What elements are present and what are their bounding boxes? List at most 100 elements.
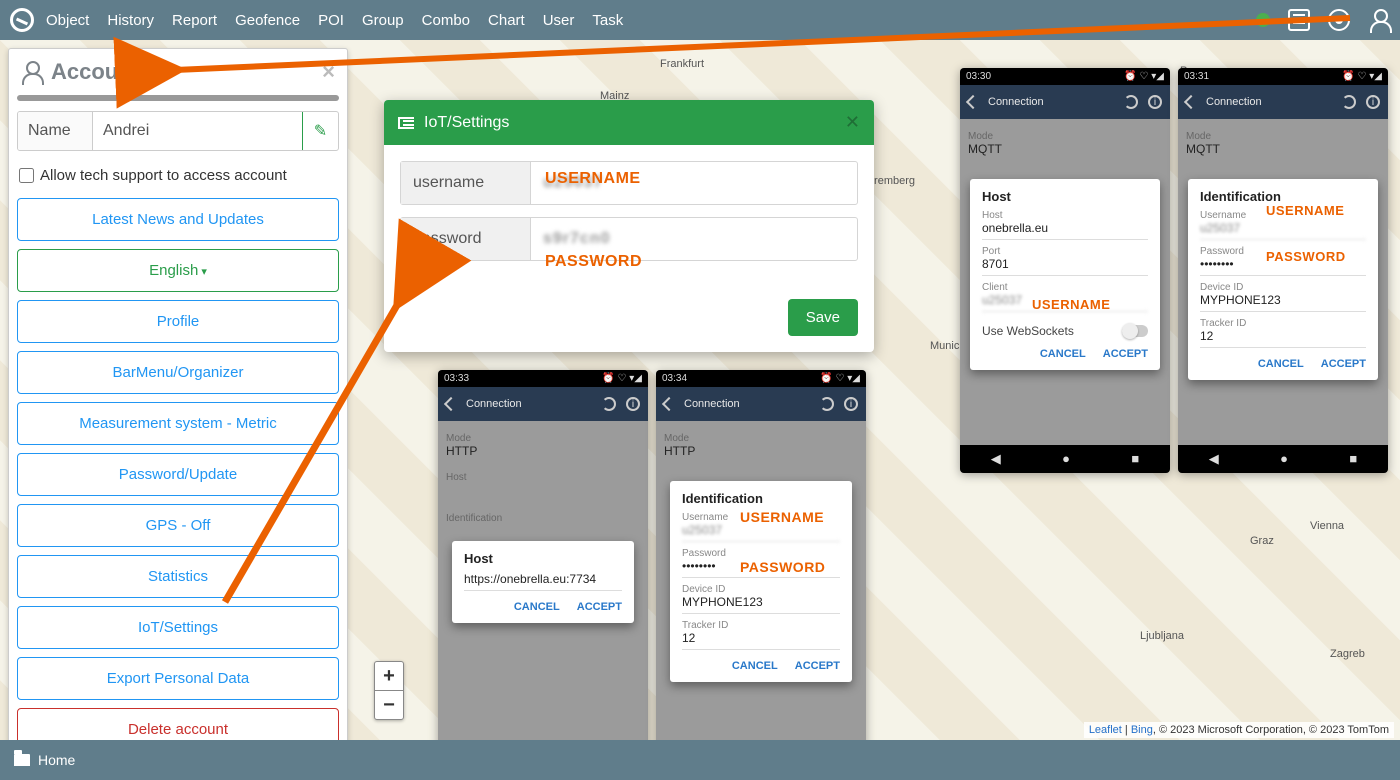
attribution-bing-link[interactable]: Bing bbox=[1131, 724, 1153, 736]
iot-username-value[interactable]: u25037 bbox=[531, 162, 857, 204]
profile-button[interactable]: Profile bbox=[17, 300, 339, 343]
dlg-port-input[interactable]: 8701 bbox=[982, 257, 1148, 276]
nav-geofence[interactable]: Geofence bbox=[235, 12, 300, 29]
dlg-password-input[interactable]: •••••••• bbox=[1200, 257, 1366, 276]
refresh-icon[interactable] bbox=[820, 397, 834, 411]
export-data-button[interactable]: Export Personal Data bbox=[17, 657, 339, 700]
phone-mock-mqtt-ident: 03:31⏰ ♡ ▾◢ Connection i Mode MQTT Ident… bbox=[1178, 68, 1388, 473]
use-websockets-toggle[interactable] bbox=[1122, 325, 1148, 337]
nav-report[interactable]: Report bbox=[172, 12, 217, 29]
cancel-button[interactable]: CANCEL bbox=[1040, 348, 1086, 360]
dlg-trackerid-input[interactable]: 12 bbox=[1200, 329, 1366, 348]
accept-button[interactable]: ACCEPT bbox=[795, 660, 840, 672]
zoom-in-button[interactable]: + bbox=[375, 662, 403, 691]
mode-label: Mode bbox=[1186, 131, 1380, 142]
dlg-deviceid-label: Device ID bbox=[1200, 282, 1366, 293]
nav-user[interactable]: User bbox=[543, 12, 575, 29]
name-value: Andrei bbox=[93, 112, 302, 150]
iot-password-field: password s9r7cn0 bbox=[400, 217, 858, 261]
android-home-icon[interactable]: ● bbox=[1062, 451, 1070, 467]
dlg-username-input[interactable]: u25037 bbox=[682, 523, 840, 542]
dialog-title: Identification bbox=[1200, 189, 1366, 204]
account-icon[interactable] bbox=[1368, 9, 1390, 31]
phone-status-icons: ⏰ ♡ ▾◢ bbox=[602, 373, 642, 384]
refresh-icon[interactable] bbox=[602, 397, 616, 411]
footer-home[interactable]: Home bbox=[38, 752, 75, 768]
cancel-button[interactable]: CANCEL bbox=[732, 660, 778, 672]
back-icon[interactable] bbox=[966, 95, 980, 109]
app-logo-icon[interactable] bbox=[10, 8, 34, 32]
phone-status-icons: ⏰ ♡ ▾◢ bbox=[820, 373, 860, 384]
use-websockets-label: Use WebSockets bbox=[982, 324, 1074, 338]
back-icon[interactable] bbox=[444, 397, 458, 411]
back-icon[interactable] bbox=[1184, 95, 1198, 109]
nav-task[interactable]: Task bbox=[592, 12, 623, 29]
dlg-password-label: Password bbox=[1200, 246, 1366, 257]
dlg-host-label: Host bbox=[982, 210, 1148, 221]
password-button[interactable]: Password/Update bbox=[17, 453, 339, 496]
dlg-trackerid-input[interactable]: 12 bbox=[682, 631, 840, 650]
phone-mock-mqtt-host: 03:30⏰ ♡ ▾◢ Connection i Mode MQTT Host … bbox=[960, 68, 1170, 473]
accept-button[interactable]: ACCEPT bbox=[1103, 348, 1148, 360]
accept-button[interactable]: ACCEPT bbox=[1321, 358, 1366, 370]
folder-icon bbox=[14, 754, 30, 766]
dlg-username-input[interactable]: u25037 bbox=[1200, 221, 1366, 240]
dialog-host-input[interactable]: https://onebrella.eu:7734 bbox=[464, 572, 622, 591]
edit-name-button[interactable]: ✎ bbox=[302, 112, 338, 150]
android-back-icon[interactable]: ◀ bbox=[1209, 451, 1219, 467]
nav-object[interactable]: Object bbox=[46, 12, 89, 29]
dlg-deviceid-input[interactable]: MYPHONE123 bbox=[682, 595, 840, 614]
back-icon[interactable] bbox=[662, 397, 676, 411]
android-recent-icon[interactable]: ■ bbox=[1131, 451, 1139, 467]
refresh-icon[interactable] bbox=[1124, 95, 1138, 109]
cancel-button[interactable]: CANCEL bbox=[514, 601, 560, 613]
info-icon[interactable]: i bbox=[1148, 95, 1162, 109]
iot-password-value[interactable]: s9r7cn0 bbox=[531, 218, 857, 260]
language-select[interactable]: English bbox=[17, 249, 339, 292]
dlg-host-input[interactable]: onebrella.eu bbox=[982, 221, 1148, 240]
tech-support-input[interactable] bbox=[19, 168, 34, 183]
info-icon[interactable]: i bbox=[626, 397, 640, 411]
android-back-icon[interactable]: ◀ bbox=[991, 451, 1001, 467]
visibility-icon[interactable] bbox=[1328, 9, 1350, 31]
phone-time: 03:34 bbox=[662, 373, 687, 384]
statistics-button[interactable]: Statistics bbox=[17, 555, 339, 598]
cancel-button[interactable]: CANCEL bbox=[1258, 358, 1304, 370]
dlg-password-input[interactable]: •••••••• bbox=[682, 559, 840, 578]
zoom-out-button[interactable]: − bbox=[375, 691, 403, 719]
measurement-button[interactable]: Measurement system - Metric bbox=[17, 402, 339, 445]
tech-support-checkbox[interactable]: Allow tech support to access account bbox=[17, 161, 339, 198]
dialog-title: Host bbox=[982, 189, 1148, 204]
refresh-icon[interactable] bbox=[1342, 95, 1356, 109]
phone-time: 03:31 bbox=[1184, 71, 1209, 82]
top-navbar: Object History Report Geofence POI Group… bbox=[0, 0, 1400, 40]
nav-poi[interactable]: POI bbox=[318, 12, 344, 29]
android-recent-icon[interactable]: ■ bbox=[1349, 451, 1357, 467]
mode-label: Mode bbox=[968, 131, 1162, 142]
nav-group[interactable]: Group bbox=[362, 12, 404, 29]
info-icon[interactable]: i bbox=[1366, 95, 1380, 109]
news-button[interactable]: Latest News and Updates bbox=[17, 198, 339, 241]
barmenu-button[interactable]: BarMenu/Organizer bbox=[17, 351, 339, 394]
nav-chart[interactable]: Chart bbox=[488, 12, 525, 29]
save-button[interactable]: Save bbox=[788, 299, 858, 336]
report-icon[interactable] bbox=[1288, 9, 1310, 31]
android-home-icon[interactable]: ● bbox=[1280, 451, 1288, 467]
dlg-password-label: Password bbox=[682, 548, 840, 559]
settings-list-icon bbox=[398, 117, 414, 129]
user-icon bbox=[21, 61, 43, 83]
accept-button[interactable]: ACCEPT bbox=[577, 601, 622, 613]
iot-settings-button[interactable]: IoT/Settings bbox=[17, 606, 339, 649]
gps-button[interactable]: GPS - Off bbox=[17, 504, 339, 547]
dlg-port-label: Port bbox=[982, 246, 1148, 257]
attribution-leaflet-link[interactable]: Leaflet bbox=[1089, 724, 1122, 736]
identification-label: Identification bbox=[446, 513, 640, 524]
dlg-deviceid-input[interactable]: MYPHONE123 bbox=[1200, 293, 1366, 312]
dlg-username-label: Username bbox=[682, 512, 840, 523]
dlg-client-input[interactable]: u25037 bbox=[982, 293, 1148, 312]
nav-history[interactable]: History bbox=[107, 12, 154, 29]
close-icon[interactable]: × bbox=[322, 59, 335, 85]
info-icon[interactable]: i bbox=[844, 397, 858, 411]
close-icon[interactable]: ✕ bbox=[845, 112, 860, 133]
nav-combo[interactable]: Combo bbox=[422, 12, 470, 29]
